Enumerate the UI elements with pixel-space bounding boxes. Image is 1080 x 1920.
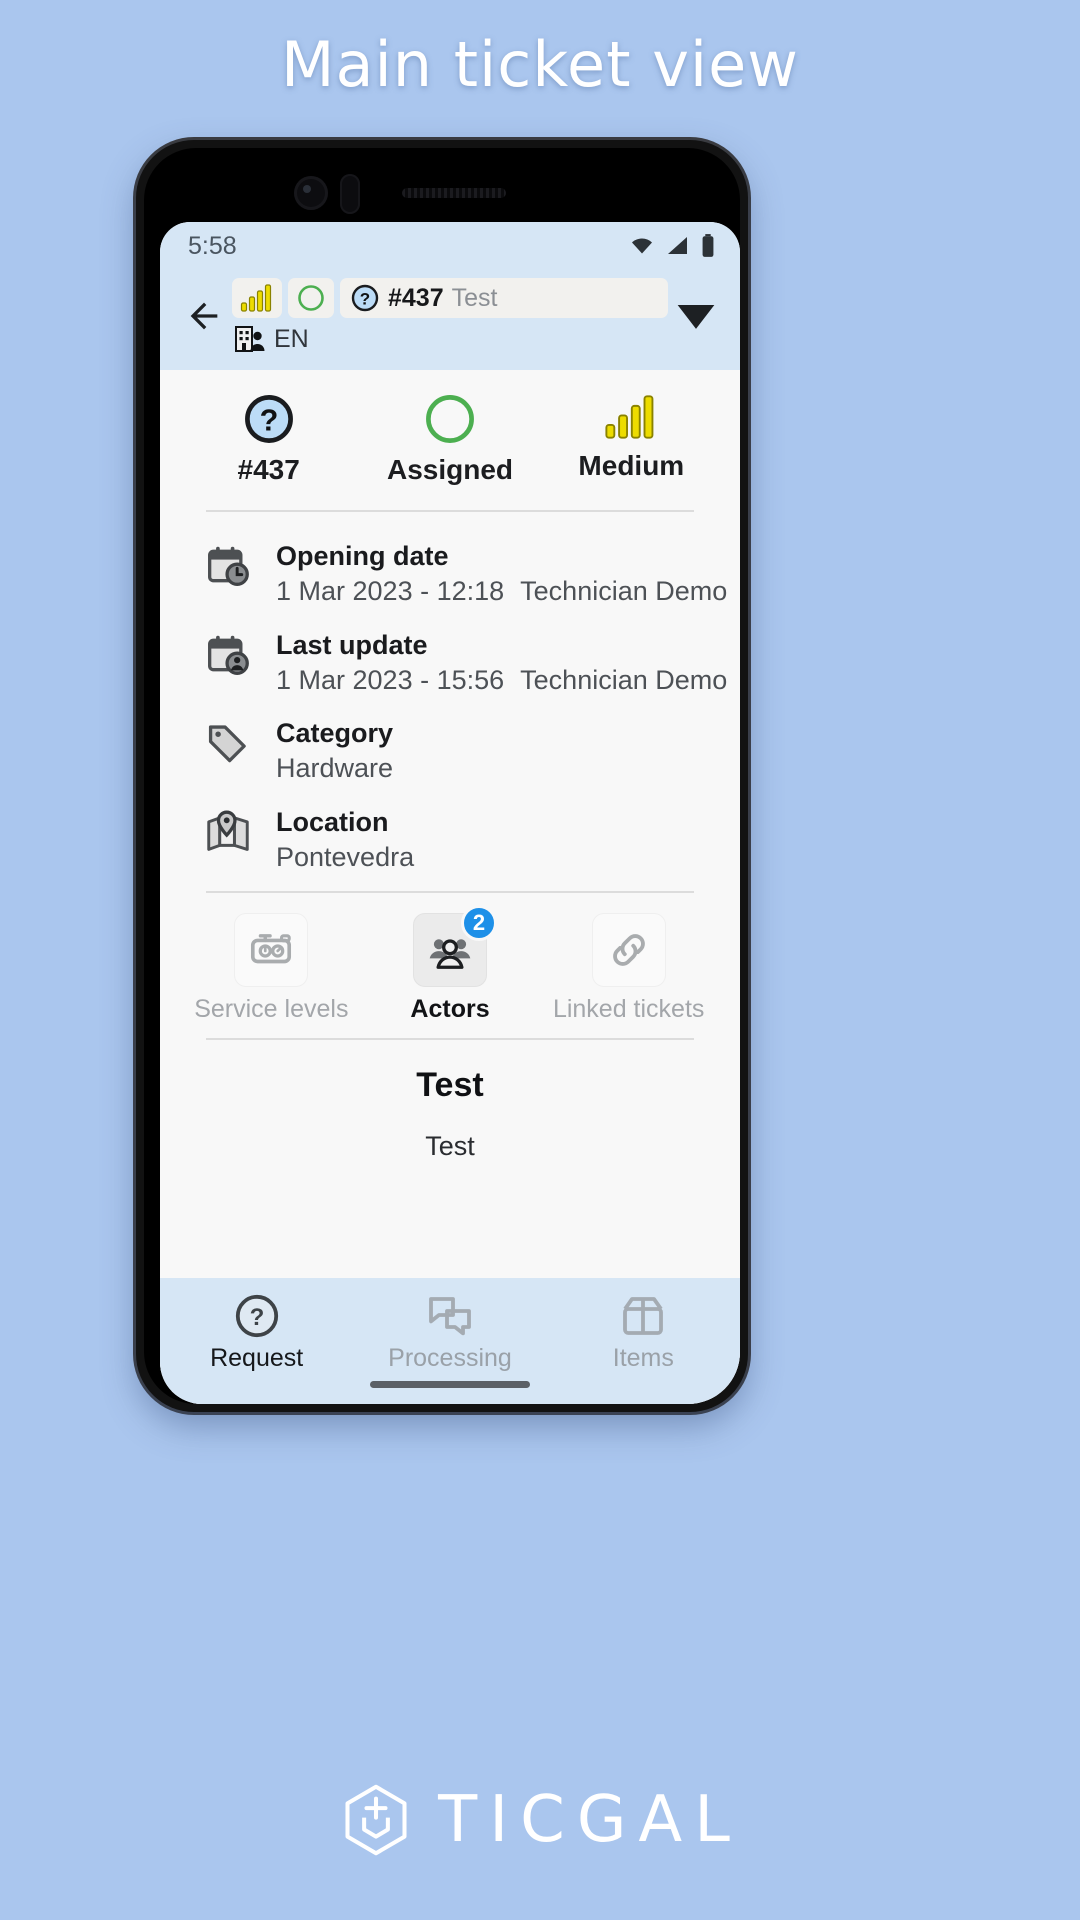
question-mark-circle-icon: ?: [235, 1294, 278, 1338]
back-arrow-icon: [190, 302, 218, 330]
detail-row-opening-date[interactable]: Opening date 1 Mar 2023 - 12:18 Technicia…: [160, 530, 740, 619]
detail-list: Opening date 1 Mar 2023 - 12:18 Technicia…: [160, 512, 740, 891]
earpiece-speaker: [402, 188, 506, 198]
detail-value: 1 Mar 2023 - 12:18 Technician Demo: [276, 575, 728, 606]
summary-ticket-label: #437: [237, 454, 300, 485]
expand-button[interactable]: [668, 288, 724, 344]
section-tabs: Service levels 2 Actors Linked tickets: [160, 893, 740, 1038]
detail-row-last-update[interactable]: Last update 1 Mar 2023 - 15:56 Technician…: [160, 619, 740, 708]
detail-row-location[interactable]: Location Pontevedra: [160, 796, 740, 885]
tab-label: Linked tickets: [552, 994, 705, 1023]
nav-item-processing[interactable]: Processing: [353, 1292, 546, 1373]
detail-row-category[interactable]: Category Hardware: [160, 707, 740, 796]
page-root: Main ticket view 5:58 ? #437 Test EN ? #…: [0, 0, 1080, 1920]
app-bar-title-area: ? #437 Test EN: [232, 274, 668, 354]
priority-chip[interactable]: [232, 278, 282, 318]
brand-name: TICGAL: [438, 1783, 742, 1857]
language-row[interactable]: EN: [232, 324, 668, 354]
detail-label: Location: [276, 807, 389, 838]
detail-text: Last update 1 Mar 2023 - 15:56 Technician…: [276, 629, 727, 698]
ticgal-logo-icon: [345, 1784, 407, 1856]
summary-ticket[interactable]: ? #437: [178, 392, 359, 486]
detail-label: Category: [276, 718, 394, 749]
summary-priority-label: Medium: [578, 450, 685, 481]
status-clock: 5:58: [188, 231, 237, 260]
status-bar: 5:58: [160, 222, 740, 270]
stopwatch-icon: [251, 933, 292, 964]
tab-badge: 2: [461, 904, 497, 941]
phone-bezel: 5:58 ? #437 Test EN ? #437 Assigned Medi…: [144, 148, 740, 1404]
svg-text:?: ?: [249, 1304, 264, 1331]
ticket-content: Test Test: [160, 1040, 740, 1162]
ticket-summary: ? #437 Assigned Medium: [160, 370, 740, 492]
ticket-title-field[interactable]: ? #437 Test: [340, 278, 668, 318]
back-button[interactable]: [176, 288, 232, 344]
ticket-id: #437: [388, 283, 444, 312]
detail-label: Opening date: [276, 541, 449, 571]
tab-label: Service levels: [194, 994, 349, 1023]
tab-actors[interactable]: 2 Actors: [361, 904, 540, 1024]
nav-item-items[interactable]: Items: [547, 1292, 740, 1373]
language-label: EN: [274, 324, 309, 353]
status-circle-icon: [298, 285, 324, 311]
summary-status[interactable]: Assigned: [359, 392, 540, 486]
tab-label: Actors: [410, 994, 490, 1023]
content-body: Test: [425, 1130, 475, 1161]
front-camera-icon: [294, 176, 328, 210]
nav-label: Items: [612, 1344, 674, 1372]
link-chain-icon: [612, 933, 645, 966]
detail-label: Last update: [276, 629, 428, 660]
brand-footer: TICGAL: [0, 1782, 1080, 1858]
tab-icon-wrap: [591, 912, 666, 987]
detail-text: Opening date 1 Mar 2023 - 12:18 Technicia…: [276, 540, 727, 609]
content-title: Test: [416, 1065, 484, 1104]
chevron-down-icon: [677, 305, 715, 329]
priority-bars-icon: [605, 395, 654, 439]
tag-icon: [202, 717, 254, 765]
question-mark-icon: ?: [351, 284, 379, 312]
tab-service-levels[interactable]: Service levels: [182, 912, 361, 1024]
tab-icon-wrap: [234, 912, 309, 987]
company-user-icon: [235, 326, 265, 352]
app-bar: ? #437 Test EN: [160, 270, 740, 370]
svg-text:?: ?: [360, 290, 370, 309]
detail-value: Hardware: [276, 753, 394, 784]
chat-bubbles-icon: [429, 1297, 471, 1336]
signal-icon: [668, 237, 687, 254]
nav-item-request[interactable]: ? Request: [160, 1292, 353, 1373]
calendar-user-icon: [202, 629, 254, 677]
detail-value: Pontevedra: [276, 842, 415, 872]
phone-screen: 5:58 ? #437 Test EN ? #437 Assigned Medi…: [160, 222, 740, 1404]
box-icon: [623, 1297, 664, 1335]
status-circle-icon: [426, 395, 474, 443]
status-icons: [628, 233, 716, 259]
wifi-icon: [632, 238, 652, 254]
svg-text:?: ?: [259, 404, 278, 438]
detail-value: 1 Mar 2023 - 15:56 Technician Demo: [276, 664, 728, 695]
summary-status-label: Assigned: [386, 454, 513, 485]
nav-label: Request: [210, 1344, 304, 1372]
sensor-icon: [340, 174, 360, 214]
tab-linked-tickets[interactable]: Linked tickets: [539, 912, 718, 1024]
priority-bars-icon: [240, 284, 272, 312]
summary-priority[interactable]: Medium: [541, 392, 722, 486]
detail-text: Category Hardware: [276, 717, 393, 786]
status-chip[interactable]: [288, 278, 334, 318]
phone-frame: 5:58 ? #437 Test EN ? #437 Assigned Medi…: [136, 140, 748, 1412]
home-indicator[interactable]: [370, 1381, 530, 1388]
map-pin-icon: [202, 806, 254, 854]
ticket-body: ? #437 Assigned Medium Opening date 1 Ma…: [160, 370, 740, 1404]
battery-icon: [702, 234, 714, 257]
calendar-clock-icon: [202, 540, 254, 588]
page-title: Main ticket view: [281, 28, 799, 101]
nav-label: Processing: [388, 1344, 512, 1372]
question-mark-circle-icon: ?: [244, 395, 293, 443]
ticket-title: Test: [451, 283, 498, 312]
ticket-chip-row: ? #437 Test: [232, 278, 668, 318]
detail-text: Location Pontevedra: [276, 806, 414, 875]
tab-icon-wrap: 2: [413, 904, 497, 987]
